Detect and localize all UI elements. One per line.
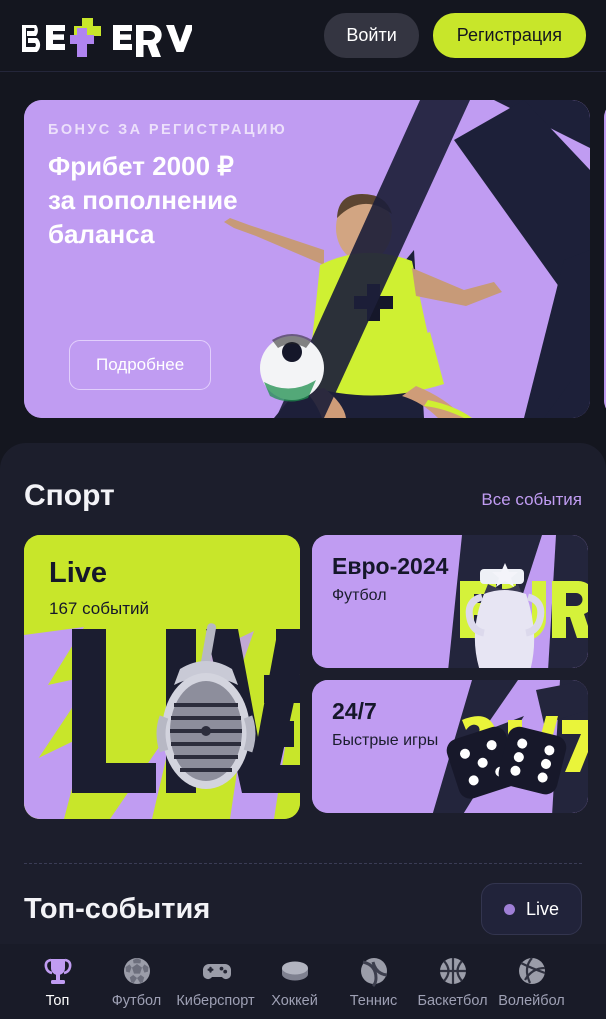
live-filter-button[interactable]: Live (480, 883, 582, 935)
euro-card-title: Евро-2024 (332, 553, 449, 579)
banner-kicker: БОНУС ЗА РЕГИСТРАЦИЮ (48, 122, 288, 138)
tab-basketball-label: Баскетбол (417, 992, 488, 1009)
live-card-subtitle: 167 событий (49, 599, 149, 618)
promo-carousel[interactable]: БОНУС ЗА РЕГИСТРАЦИЮ Фрибет 2000 ₽ за по… (0, 100, 606, 418)
puck-icon (281, 961, 308, 980)
betery-logo-icon (22, 17, 192, 57)
live-filter-label: Live (525, 898, 559, 919)
basketball-icon (439, 957, 466, 984)
register-button[interactable]: Регистрация (432, 13, 586, 58)
all-events-link[interactable]: Все события (481, 490, 582, 510)
volleyball-icon (518, 956, 545, 984)
banner-copy: БОНУС ЗА РЕГИСТРАЦИЮ Фрибет 2000 ₽ за по… (48, 122, 287, 251)
euro-card-subtitle: Футбол (332, 587, 387, 604)
tab-tennis-label: Теннис (349, 992, 398, 1009)
tab-esports[interactable]: Киберспорт (176, 955, 255, 1009)
sport-tabbar[interactable]: Топ Футбол Киберспорт Хоккей Теннис Баск… (0, 944, 606, 1019)
tab-top[interactable]: Топ (18, 955, 97, 1009)
sport-section-title: Спорт (24, 479, 115, 512)
live-dot-icon (503, 903, 515, 915)
live-card-title: Live (49, 557, 108, 589)
tab-volleyball[interactable]: Волейбол (492, 955, 571, 1009)
trophy-icon (44, 958, 71, 984)
banner-title-line-2: за пополнение (48, 184, 238, 215)
tab-top-label: Топ (45, 992, 70, 1009)
fast-games-card-subtitle: Быстрые игры (332, 732, 439, 749)
app-screen: Войти Регистрация БОНУС ЗА РЕГИСТРАЦИЮ Ф… (0, 0, 606, 1019)
euro-card-text: Евро-2024 Футбол (332, 553, 448, 605)
fast-games-card-title: 24/7 (332, 698, 377, 724)
sport-panel: Спорт Все события Live 167 событий Евро-… (0, 443, 606, 1019)
tab-tennis[interactable]: Теннис (334, 955, 413, 1009)
sport-section-header: Спорт Все события (0, 443, 606, 513)
sport-card-live[interactable]: Live 167 событий (24, 535, 300, 819)
tab-hockey-label: Хоккей (271, 992, 318, 1009)
sport-card-24-7[interactable]: 24/7 Быстрые игры (312, 680, 588, 813)
sport-card-euro-2024[interactable]: Евро-2024 Футбол (312, 535, 588, 668)
top-events-title: Топ-события (24, 892, 211, 925)
tennis-icon (360, 957, 387, 987)
banner-title-line-1: Фрибет 2000 ₽ (48, 151, 234, 181)
live-card-text: Live 167 событий (49, 557, 149, 619)
fast-games-card-text: 24/7 Быстрые игры (332, 698, 438, 750)
sport-card-column: Евро-2024 Футбол 24/7 Быстрые игры (312, 535, 588, 813)
tab-football[interactable]: Футбол (97, 955, 176, 1009)
tab-volleyball-label: Волейбол (498, 992, 565, 1009)
banner-title-line-3: баланса (48, 218, 155, 249)
banner-details-button[interactable]: Подробнее (69, 340, 212, 390)
tab-football-label: Футбол (111, 992, 162, 1009)
app-header: Войти Регистрация (0, 0, 606, 72)
section-divider (24, 863, 582, 864)
login-button[interactable]: Войти (324, 13, 419, 58)
sport-cards: Live 167 событий Евро-2024 Футбол 24/7 Б… (0, 513, 606, 819)
banner-title: Фрибет 2000 ₽ за пополнение баланса (48, 150, 287, 251)
tab-hockey[interactable]: Хоккей (255, 955, 334, 1009)
tab-esports-label: Киберспорт (176, 992, 255, 1009)
tab-basketball[interactable]: Баскетбол (413, 955, 492, 1009)
top-events-header: Топ-события Live (0, 883, 606, 935)
header-actions: Войти Регистрация (324, 13, 586, 58)
brand-logo[interactable] (20, 16, 192, 57)
promo-banner-registration-bonus[interactable]: БОНУС ЗА РЕГИСТРАЦИЮ Фрибет 2000 ₽ за по… (24, 100, 590, 418)
gamepad-icon (202, 963, 231, 979)
soccer-icon (123, 957, 150, 984)
